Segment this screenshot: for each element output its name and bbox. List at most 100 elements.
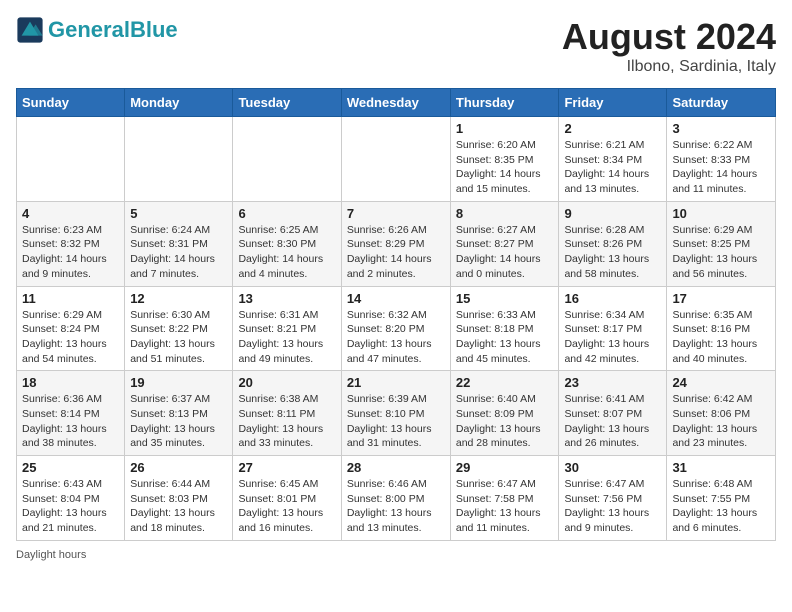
day-number: 2 (564, 121, 661, 136)
day-info: Sunrise: 6:31 AM Sunset: 8:21 PM Dayligh… (238, 308, 335, 367)
day-info: Sunrise: 6:30 AM Sunset: 8:22 PM Dayligh… (130, 308, 227, 367)
days-header-row: SundayMondayTuesdayWednesdayThursdayFrid… (17, 89, 776, 117)
day-number: 12 (130, 291, 227, 306)
day-info: Sunrise: 6:40 AM Sunset: 8:09 PM Dayligh… (456, 392, 554, 451)
footer-note: Daylight hours (16, 549, 776, 561)
day-cell-15: 15 Sunrise: 6:33 AM Sunset: 8:18 PM Dayli… (450, 286, 559, 371)
empty-cell (341, 117, 450, 202)
day-cell-24: 24 Sunrise: 6:42 AM Sunset: 8:06 PM Dayli… (667, 371, 776, 456)
day-info: Sunrise: 6:41 AM Sunset: 8:07 PM Dayligh… (564, 392, 661, 451)
week-row-3: 11 Sunrise: 6:29 AM Sunset: 8:24 PM Dayli… (17, 286, 776, 371)
day-number: 15 (456, 291, 554, 306)
day-header-friday: Friday (559, 89, 667, 117)
day-cell-2: 2Sunrise: 6:21 AM Sunset: 8:34 PM Daylig… (559, 117, 667, 202)
day-number: 11 (22, 291, 119, 306)
day-number: 16 (564, 291, 661, 306)
day-number: 10 (672, 206, 770, 221)
day-header-tuesday: Tuesday (233, 89, 341, 117)
day-info: Sunrise: 6:35 AM Sunset: 8:16 PM Dayligh… (672, 308, 770, 367)
day-cell-31: 31Sunrise: 6:48 AM Sunset: 7:55 PM Dayli… (667, 456, 776, 541)
day-cell-14: 14 Sunrise: 6:32 AM Sunset: 8:20 PM Dayli… (341, 286, 450, 371)
logo-text: GeneralBlue (48, 19, 178, 41)
logo: GeneralBlue (16, 16, 178, 44)
day-number: 27 (238, 460, 335, 475)
calendar-table: SundayMondayTuesdayWednesdayThursdayFrid… (16, 88, 776, 541)
empty-cell (125, 117, 233, 202)
day-number: 1 (456, 121, 554, 136)
day-info: Sunrise: 6:44 AM Sunset: 8:03 PM Dayligh… (130, 477, 227, 536)
day-number: 24 (672, 375, 770, 390)
day-cell-27: 27Sunrise: 6:45 AM Sunset: 8:01 PM Dayli… (233, 456, 341, 541)
day-info: Sunrise: 6:47 AM Sunset: 7:58 PM Dayligh… (456, 477, 554, 536)
day-cell-29: 29Sunrise: 6:47 AM Sunset: 7:58 PM Dayli… (450, 456, 559, 541)
day-cell-30: 30Sunrise: 6:47 AM Sunset: 7:56 PM Dayli… (559, 456, 667, 541)
day-number: 26 (130, 460, 227, 475)
day-info: Sunrise: 6:36 AM Sunset: 8:14 PM Dayligh… (22, 392, 119, 451)
day-cell-16: 16 Sunrise: 6:34 AM Sunset: 8:17 PM Dayli… (559, 286, 667, 371)
day-info: Sunrise: 6:42 AM Sunset: 8:06 PM Dayligh… (672, 392, 770, 451)
day-number: 19 (130, 375, 227, 390)
day-cell-13: 13 Sunrise: 6:31 AM Sunset: 8:21 PM Dayli… (233, 286, 341, 371)
location: Ilbono, Sardinia, Italy (562, 58, 776, 76)
day-cell-3: 3 Sunrise: 6:22 AM Sunset: 8:33 PM Daylig… (667, 117, 776, 202)
day-number: 7 (347, 206, 445, 221)
day-cell-7: 7 Sunrise: 6:26 AM Sunset: 8:29 PM Daylig… (341, 201, 450, 286)
day-cell-19: 19 Sunrise: 6:37 AM Sunset: 8:13 PM Dayli… (125, 371, 233, 456)
day-cell-12: 12 Sunrise: 6:30 AM Sunset: 8:22 PM Dayli… (125, 286, 233, 371)
day-cell-23: 23Sunrise: 6:41 AM Sunset: 8:07 PM Dayli… (559, 371, 667, 456)
day-cell-9: 9Sunrise: 6:28 AM Sunset: 8:26 PM Daylig… (559, 201, 667, 286)
day-info: Sunrise: 6:26 AM Sunset: 8:29 PM Dayligh… (347, 223, 445, 282)
day-info: Sunrise: 6:37 AM Sunset: 8:13 PM Dayligh… (130, 392, 227, 451)
day-header-wednesday: Wednesday (341, 89, 450, 117)
day-info: Sunrise: 6:46 AM Sunset: 8:00 PM Dayligh… (347, 477, 445, 536)
day-info: Sunrise: 6:25 AM Sunset: 8:30 PM Dayligh… (238, 223, 335, 282)
logo-icon (16, 16, 44, 44)
day-number: 21 (347, 375, 445, 390)
day-cell-21: 21 Sunrise: 6:39 AM Sunset: 8:10 PM Dayli… (341, 371, 450, 456)
day-cell-6: 6Sunrise: 6:25 AM Sunset: 8:30 PM Daylig… (233, 201, 341, 286)
logo-blue: Blue (130, 17, 178, 42)
day-number: 18 (22, 375, 119, 390)
day-number: 17 (672, 291, 770, 306)
day-number: 20 (238, 375, 335, 390)
day-cell-26: 26 Sunrise: 6:44 AM Sunset: 8:03 PM Dayli… (125, 456, 233, 541)
day-cell-18: 18 Sunrise: 6:36 AM Sunset: 8:14 PM Dayli… (17, 371, 125, 456)
day-number: 30 (564, 460, 661, 475)
day-number: 5 (130, 206, 227, 221)
day-header-saturday: Saturday (667, 89, 776, 117)
empty-cell (17, 117, 125, 202)
day-cell-5: 5Sunrise: 6:24 AM Sunset: 8:31 PM Daylig… (125, 201, 233, 286)
day-cell-25: 25Sunrise: 6:43 AM Sunset: 8:04 PM Dayli… (17, 456, 125, 541)
day-number: 31 (672, 460, 770, 475)
day-info: Sunrise: 6:39 AM Sunset: 8:10 PM Dayligh… (347, 392, 445, 451)
title-block: August 2024 Ilbono, Sardinia, Italy (562, 16, 776, 76)
day-info: Sunrise: 6:22 AM Sunset: 8:33 PM Dayligh… (672, 138, 770, 197)
day-header-monday: Monday (125, 89, 233, 117)
day-cell-22: 22Sunrise: 6:40 AM Sunset: 8:09 PM Dayli… (450, 371, 559, 456)
day-number: 25 (22, 460, 119, 475)
day-number: 14 (347, 291, 445, 306)
day-info: Sunrise: 6:27 AM Sunset: 8:27 PM Dayligh… (456, 223, 554, 282)
month-title: August 2024 (562, 16, 776, 58)
day-number: 13 (238, 291, 335, 306)
week-row-2: 4Sunrise: 6:23 AM Sunset: 8:32 PM Daylig… (17, 201, 776, 286)
day-info: Sunrise: 6:29 AM Sunset: 8:24 PM Dayligh… (22, 308, 119, 367)
day-info: Sunrise: 6:23 AM Sunset: 8:32 PM Dayligh… (22, 223, 119, 282)
day-info: Sunrise: 6:29 AM Sunset: 8:25 PM Dayligh… (672, 223, 770, 282)
day-cell-20: 20 Sunrise: 6:38 AM Sunset: 8:11 PM Dayli… (233, 371, 341, 456)
day-cell-8: 8Sunrise: 6:27 AM Sunset: 8:27 PM Daylig… (450, 201, 559, 286)
day-cell-10: 10 Sunrise: 6:29 AM Sunset: 8:25 PM Dayli… (667, 201, 776, 286)
daylight-note: Daylight hours (16, 549, 86, 561)
day-info: Sunrise: 6:33 AM Sunset: 8:18 PM Dayligh… (456, 308, 554, 367)
day-number: 9 (564, 206, 661, 221)
week-row-4: 18 Sunrise: 6:36 AM Sunset: 8:14 PM Dayli… (17, 371, 776, 456)
day-cell-17: 17 Sunrise: 6:35 AM Sunset: 8:16 PM Dayli… (667, 286, 776, 371)
week-row-5: 25Sunrise: 6:43 AM Sunset: 8:04 PM Dayli… (17, 456, 776, 541)
empty-cell (233, 117, 341, 202)
page-header: GeneralBlue August 2024 Ilbono, Sardinia… (16, 16, 776, 76)
day-number: 3 (672, 121, 770, 136)
day-cell-11: 11 Sunrise: 6:29 AM Sunset: 8:24 PM Dayli… (17, 286, 125, 371)
day-info: Sunrise: 6:38 AM Sunset: 8:11 PM Dayligh… (238, 392, 335, 451)
day-info: Sunrise: 6:34 AM Sunset: 8:17 PM Dayligh… (564, 308, 661, 367)
day-info: Sunrise: 6:32 AM Sunset: 8:20 PM Dayligh… (347, 308, 445, 367)
